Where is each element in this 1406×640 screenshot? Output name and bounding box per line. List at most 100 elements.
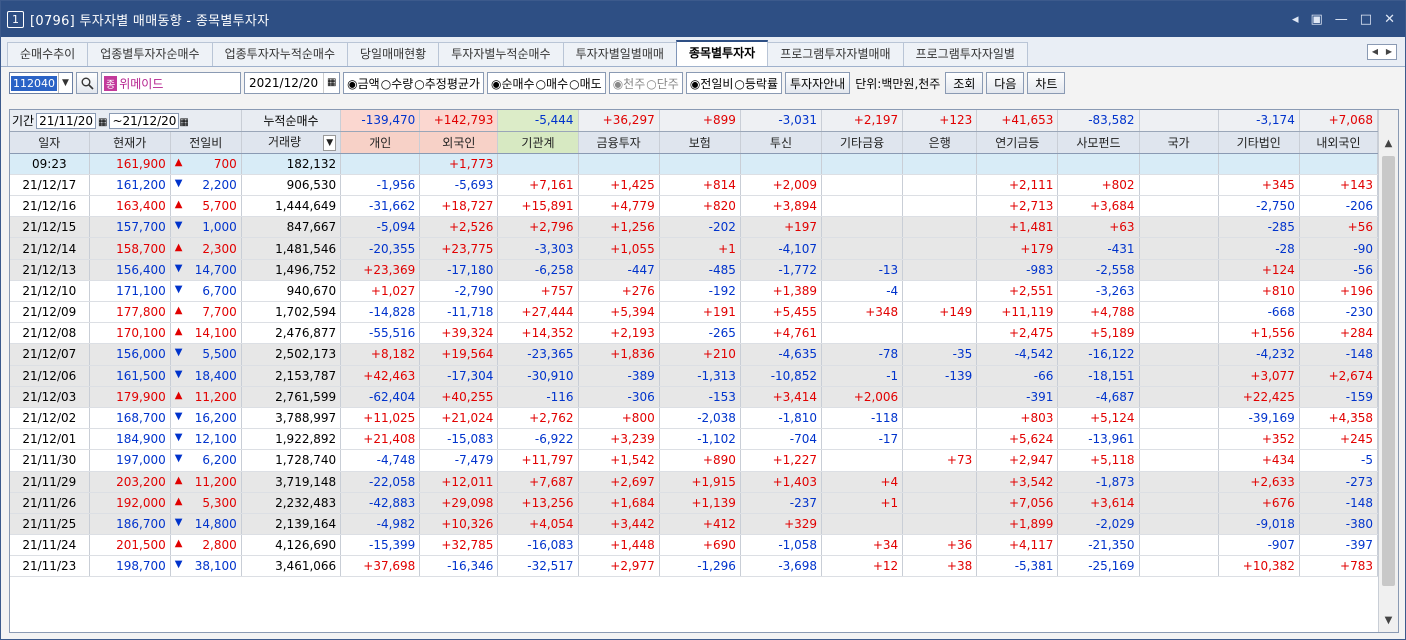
next-button[interactable]: 다음	[986, 72, 1025, 94]
row-value: -230	[1299, 301, 1379, 324]
row-value	[1139, 301, 1219, 324]
table-row[interactable]: 21/12/07 156,000 ▼ 5,500 2,502,173 +8,182 +19,…	[10, 343, 1379, 366]
vertical-scrollbar[interactable]: ▲ ▼	[1378, 110, 1398, 632]
radio-prev-diff[interactable]: ◉전일비	[690, 75, 734, 92]
date-field[interactable]: 2021/12/20 ▦	[244, 72, 341, 94]
table-row[interactable]: 21/12/16 163,400 ▲ 5,700 1,444,649 -31,662 +18…	[10, 195, 1379, 218]
table-row[interactable]: 21/12/09 177,800 ▲ 7,700 1,702,594 -14,828 -11…	[10, 301, 1379, 324]
tab-6[interactable]: 종목별투자자	[675, 40, 769, 66]
calendar-icon[interactable]: ▦	[323, 73, 339, 93]
period-cell[interactable]: 기간 21/11/20 ▦ ~21/12/20 ▦	[10, 110, 242, 132]
column-header[interactable]: 현재가	[89, 131, 171, 154]
column-header[interactable]: 국가	[1139, 131, 1219, 154]
sort-down-icon[interactable]: ▼	[323, 135, 337, 152]
amount-type-radio[interactable]: ◉금액 ○수량 ○추정평균가	[343, 72, 484, 94]
tab-1[interactable]: 업종별투자자순매수	[87, 42, 213, 66]
row-value: -907	[1218, 534, 1300, 557]
radio-sell[interactable]: ○매도	[569, 75, 602, 92]
tab-7[interactable]: 프로그램투자자별매매	[767, 42, 904, 66]
share-unit-radio[interactable]: ◉천주 ○단주	[608, 72, 683, 94]
table-row[interactable]: 21/12/10 171,100 ▼ 6,700 940,670 +1,027 -2,790…	[10, 280, 1379, 303]
scroll-up-icon[interactable]: ▲	[1379, 135, 1398, 153]
tab-2[interactable]: 업종투자자누적순매수	[211, 42, 348, 66]
tab-0[interactable]: 순매수추이	[7, 42, 89, 66]
calendar-icon[interactable]: ▦	[179, 117, 188, 128]
radio-quantity[interactable]: ○수량	[381, 75, 414, 92]
trade-type-radio[interactable]: ◉순매수 ○매수 ○매도	[486, 72, 606, 94]
tab-3[interactable]: 당일매매현황	[346, 42, 440, 66]
column-header[interactable]: 기타법인	[1218, 131, 1300, 154]
column-header[interactable]: 은행	[902, 131, 978, 154]
radio-single-shares[interactable]: ○단주	[646, 75, 679, 92]
calendar-icon[interactable]: ▦	[98, 117, 107, 128]
scroll-down-icon[interactable]: ▼	[1379, 612, 1398, 630]
row-value: -21,350	[1057, 534, 1140, 557]
period-to-date[interactable]: ~21/12/20	[109, 112, 180, 129]
radio-buy[interactable]: ○매수	[536, 75, 569, 92]
column-header[interactable]: 보험	[659, 131, 741, 154]
table-row[interactable]: 21/11/24 201,500 ▲ 2,800 4,126,690 -15,399 +32…	[10, 534, 1379, 557]
column-header[interactable]: 일자	[10, 131, 90, 154]
row-value: +3,614	[1057, 492, 1140, 514]
column-header[interactable]: 개인	[340, 131, 421, 154]
minimize-icon[interactable]: —	[1335, 12, 1348, 27]
column-header[interactable]: 연기금등	[976, 131, 1059, 154]
table-row[interactable]: 21/12/17 161,200 ▼ 2,200 906,530 -1,956 -5,693…	[10, 174, 1379, 197]
row-date: 21/12/14	[10, 237, 90, 260]
collapse-icon[interactable]: ◂	[1292, 12, 1299, 27]
column-header[interactable]: 외국인	[419, 131, 499, 154]
link-icon[interactable]: ▣	[1311, 12, 1323, 27]
radio-net-buy[interactable]: ◉순매수	[491, 75, 535, 92]
tab-right-icon[interactable]: ▶	[1382, 45, 1396, 59]
maximize-icon[interactable]: □	[1360, 12, 1372, 27]
investor-guide-button[interactable]: 투자자안내	[785, 72, 851, 94]
scroll-thumb[interactable]	[1382, 156, 1395, 586]
table-row[interactable]: 21/12/14 158,700 ▲ 2,300 1,481,546 -20,355 +23…	[10, 237, 1379, 260]
row-change: ▼ 5,500	[170, 343, 242, 366]
close-icon[interactable]: ✕	[1384, 12, 1395, 27]
radio-thousand-shares[interactable]: ◉천주	[613, 75, 646, 92]
column-header[interactable]: 기관계	[497, 131, 579, 154]
radio-amount[interactable]: ◉금액	[347, 75, 380, 92]
table-row[interactable]: 21/12/02 168,700 ▼ 16,200 3,788,997 +11,025 +2…	[10, 407, 1379, 430]
table-row[interactable]: 21/12/01 184,900 ▼ 12,100 1,922,892 +21,408 -1…	[10, 428, 1379, 451]
table-row[interactable]: 21/12/08 170,100 ▲ 14,100 2,476,877 -55,516 +3…	[10, 322, 1379, 345]
date-value[interactable]: 2021/12/20	[249, 76, 318, 90]
tab-5[interactable]: 투자자별일별매매	[562, 42, 677, 66]
column-header[interactable]: 투신	[740, 131, 823, 154]
stock-name-field[interactable]: 종 위메이드	[101, 72, 241, 94]
column-header[interactable]: 거래량 ▼	[241, 131, 342, 154]
row-value: -704	[740, 428, 823, 451]
table-row[interactable]: 21/11/29 203,200 ▲ 11,200 3,719,148 -22,058 +1…	[10, 471, 1379, 493]
row-date: 21/12/17	[10, 174, 90, 197]
column-header[interactable]: 금융투자	[578, 131, 660, 154]
table-row[interactable]: 21/12/03 179,900 ▲ 11,200 2,761,599 -62,404 +4…	[10, 386, 1379, 408]
column-header[interactable]: 전일비	[170, 131, 242, 154]
radio-change-rate[interactable]: ○등락률	[734, 75, 778, 92]
table-row[interactable]: 21/12/15 157,700 ▼ 1,000 847,667 -5,094 +2,526…	[10, 216, 1379, 239]
tab-4[interactable]: 투자자별누적순매수	[438, 42, 564, 66]
radio-avg-price[interactable]: ○추정평균가	[414, 75, 480, 92]
compare-type-radio[interactable]: ◉전일비 ○등락률	[685, 72, 782, 94]
query-button[interactable]: 조회	[945, 72, 984, 94]
column-header[interactable]: 기타금융	[821, 131, 904, 154]
table-row[interactable]: 21/12/06 161,500 ▼ 18,400 2,153,787 +42,463 -1…	[10, 365, 1379, 387]
tab-8[interactable]: 프로그램투자자일별	[902, 42, 1028, 66]
stock-code[interactable]: 112040	[11, 75, 57, 91]
chevron-down-icon[interactable]: ▼	[58, 73, 72, 93]
table-row[interactable]: 21/11/23 198,700 ▼ 38,100 3,461,066 +37,698 -1…	[10, 555, 1379, 578]
column-header[interactable]: 사모펀드	[1057, 131, 1140, 154]
tab-left-icon[interactable]: ◀	[1368, 45, 1382, 59]
table-row[interactable]: 21/11/30 197,000 ▼ 6,200 1,728,740 -4,748 -7,4…	[10, 449, 1379, 472]
table-row[interactable]: 21/12/13 156,400 ▼ 14,700 1,496,752 +23,369 -1…	[10, 259, 1379, 281]
tab-scroll[interactable]: ◀ ▶	[1367, 44, 1397, 60]
column-header[interactable]: 내외국인	[1299, 131, 1379, 154]
chart-button[interactable]: 차트	[1027, 72, 1066, 94]
summary-value: -3,031	[740, 110, 823, 132]
search-button[interactable]	[76, 72, 98, 94]
table-row[interactable]: 21/11/25 186,700 ▼ 14,800 2,139,164 -4,982 +10…	[10, 513, 1379, 536]
table-row[interactable]: 21/11/26 192,000 ▲ 5,300 2,232,483 -42,883 +29…	[10, 492, 1379, 514]
period-from-date[interactable]: 21/11/20	[36, 112, 96, 129]
stock-code-input[interactable]: 112040 ▼	[9, 72, 73, 94]
table-row[interactable]: 09:23 161,900 ▲ 700 182,132 +1,773	[10, 153, 1379, 175]
